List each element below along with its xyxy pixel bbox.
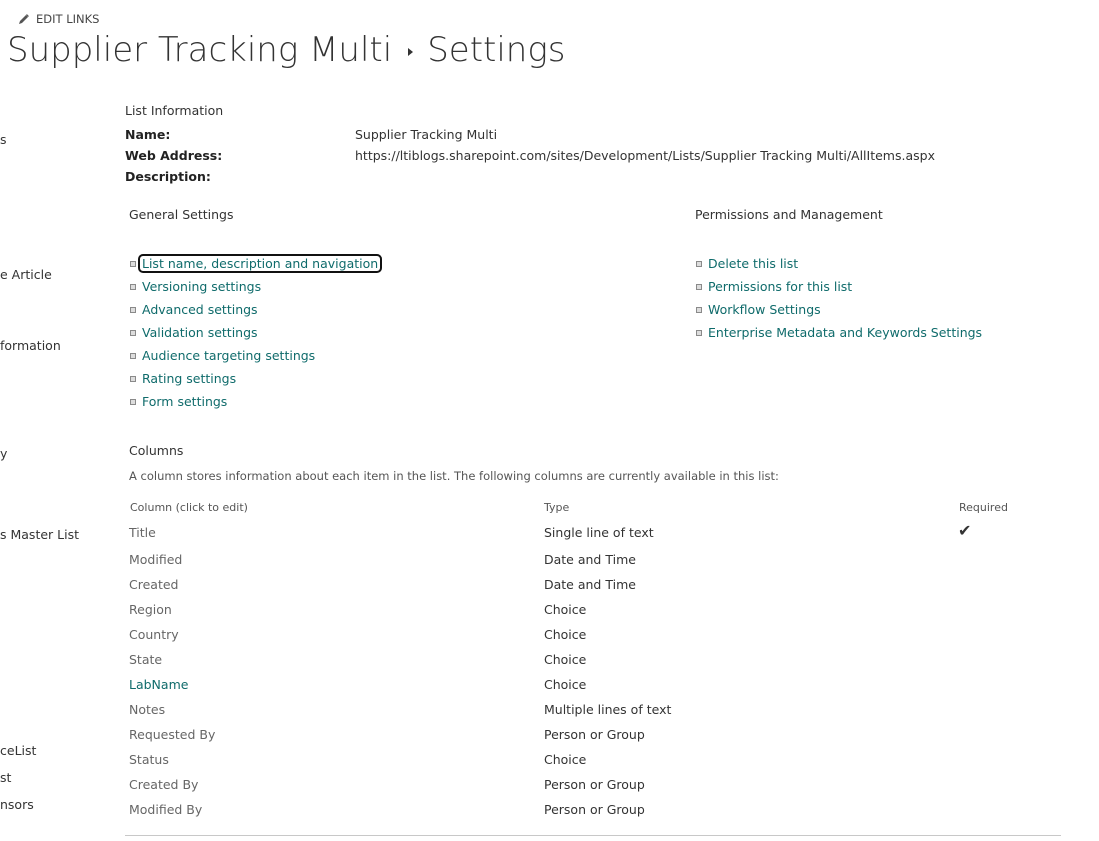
edit-links-button[interactable]: EDIT LINKS	[18, 12, 99, 26]
bullet-icon	[696, 283, 702, 290]
link-enterprise-metadata-keywords[interactable]: Enterprise Metadata and Keywords Setting…	[696, 325, 982, 340]
leftnav-item[interactable]: ceList	[0, 743, 36, 758]
leftnav-item[interactable]: y	[0, 446, 7, 461]
bullet-icon	[130, 306, 136, 313]
link-workflow-settings[interactable]: Workflow Settings	[696, 302, 821, 317]
bullet-icon	[130, 283, 136, 290]
bullet-icon	[130, 260, 136, 267]
description-label: Description:	[125, 169, 211, 184]
leftnav-item[interactable]: nsors	[0, 797, 34, 812]
section-divider	[125, 835, 1061, 836]
page-title: Supplier Tracking Multi Settings	[7, 30, 565, 70]
column-type: Choice	[544, 652, 587, 667]
column-type: Person or Group	[544, 802, 645, 817]
column-type: Choice	[544, 752, 587, 767]
list-information-heading: List Information	[125, 103, 224, 118]
page-title-settings: Settings	[427, 30, 566, 70]
bullet-icon	[130, 375, 136, 382]
general-settings-heading: General Settings	[129, 207, 234, 222]
leftnav-item[interactable]: e Article	[0, 267, 52, 282]
column-type: Single line of text	[544, 525, 654, 540]
column-header-required: Required	[959, 501, 1008, 514]
column-type: Date and Time	[544, 552, 636, 567]
link-label[interactable]: Validation settings	[142, 325, 258, 340]
column-name-status[interactable]: Status	[129, 752, 169, 767]
link-versioning-settings[interactable]: Versioning settings	[130, 279, 261, 294]
web-address-value: https://ltiblogs.sharepoint.com/sites/De…	[355, 148, 935, 163]
leftnav-item[interactable]: st	[0, 770, 11, 785]
page-title-list-link[interactable]: Supplier Tracking Multi	[7, 30, 392, 70]
permissions-management-heading: Permissions and Management	[695, 207, 883, 222]
column-type: Person or Group	[544, 727, 645, 742]
leftnav-item[interactable]: s Master List	[0, 527, 79, 542]
columns-description: A column stores information about each i…	[129, 469, 779, 483]
name-label: Name:	[125, 127, 171, 142]
web-address-label: Web Address:	[125, 148, 223, 163]
required-check-icon: ✔	[958, 521, 972, 540]
link-form-settings[interactable]: Form settings	[130, 394, 227, 409]
link-label[interactable]: Enterprise Metadata and Keywords Setting…	[708, 325, 982, 340]
link-label[interactable]: Advanced settings	[142, 302, 258, 317]
column-type: Choice	[544, 627, 587, 642]
bullet-icon	[130, 352, 136, 359]
link-label[interactable]: Workflow Settings	[708, 302, 821, 317]
bullet-icon	[130, 398, 136, 405]
pencil-icon	[18, 13, 30, 25]
bullet-icon	[696, 329, 702, 336]
name-value: Supplier Tracking Multi	[355, 127, 498, 142]
column-type: Person or Group	[544, 777, 645, 792]
link-rating-settings[interactable]: Rating settings	[130, 371, 236, 386]
bullet-icon	[696, 260, 702, 267]
leftnav-item[interactable]: formation	[0, 338, 61, 353]
breadcrumb-arrow-icon	[408, 48, 414, 56]
column-type: Choice	[544, 602, 587, 617]
column-name-labname[interactable]: LabName	[129, 677, 188, 692]
column-type: Choice	[544, 677, 587, 692]
link-audience-targeting-settings[interactable]: Audience targeting settings	[130, 348, 315, 363]
column-name-region[interactable]: Region	[129, 602, 172, 617]
bullet-icon	[696, 306, 702, 313]
leftnav-item[interactable]: s	[0, 132, 7, 147]
column-name-modified-by[interactable]: Modified By	[129, 802, 202, 817]
link-label[interactable]: Delete this list	[708, 256, 798, 271]
edit-links-label: EDIT LINKS	[36, 12, 100, 26]
column-name-notes[interactable]: Notes	[129, 702, 165, 717]
link-label[interactable]: Rating settings	[142, 371, 236, 386]
link-permissions-for-this-list[interactable]: Permissions for this list	[696, 279, 852, 294]
link-label[interactable]: Permissions for this list	[708, 279, 852, 294]
column-name-requested-by[interactable]: Requested By	[129, 727, 215, 742]
link-label[interactable]: Form settings	[142, 394, 227, 409]
link-label[interactable]: Versioning settings	[142, 279, 261, 294]
column-name-created-by[interactable]: Created By	[129, 777, 198, 792]
link-label[interactable]: List name, description and navigation	[137, 254, 383, 273]
column-name-country[interactable]: Country	[129, 627, 179, 642]
column-header-type: Type	[544, 501, 570, 514]
link-list-name-description-navigation[interactable]: List name, description and navigation	[130, 254, 383, 273]
column-name-created[interactable]: Created	[129, 577, 178, 592]
bullet-icon	[130, 329, 136, 336]
column-type: Date and Time	[544, 577, 636, 592]
link-advanced-settings[interactable]: Advanced settings	[130, 302, 258, 317]
column-type: Multiple lines of text	[544, 702, 672, 717]
link-validation-settings[interactable]: Validation settings	[130, 325, 258, 340]
column-name-state[interactable]: State	[129, 652, 162, 667]
column-name-title[interactable]: Title	[129, 525, 156, 540]
link-label[interactable]: Audience targeting settings	[142, 348, 315, 363]
column-header-name: Column (click to edit)	[130, 501, 248, 514]
column-name-modified[interactable]: Modified	[129, 552, 182, 567]
link-delete-this-list[interactable]: Delete this list	[696, 256, 798, 271]
columns-heading: Columns	[129, 443, 184, 458]
